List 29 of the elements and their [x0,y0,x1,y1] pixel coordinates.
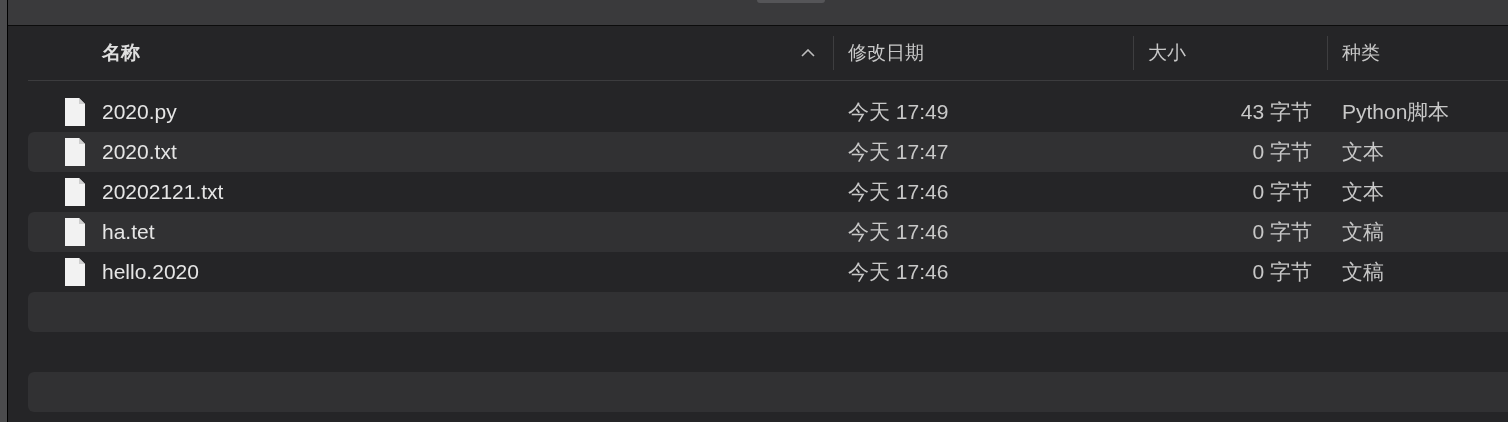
file-size: 0 字节 [1252,219,1312,245]
column-header[interactable]: 名称 [102,40,140,66]
document-icon [64,177,86,207]
file-name: 20202121.txt [102,180,224,204]
column-header[interactable]: 修改日期 [848,40,924,66]
file-kind: Python脚本 [1342,99,1450,125]
file-size: 43 字节 [1240,99,1312,125]
document-icon [64,217,86,247]
file-kind: 文本 [1342,139,1384,165]
document-icon [64,257,86,287]
file-name: 2020.txt [102,140,177,164]
column-header[interactable]: 种类 [1342,40,1380,66]
file-kind: 文稿 [1342,219,1384,245]
file-size: 0 字节 [1252,139,1312,165]
document-icon [64,97,86,127]
file-kind: 文本 [1342,179,1384,205]
column-header[interactable]: 大小 [1148,40,1186,66]
modified-date: 今天 17:49 [848,99,949,125]
modified-date: 今天 17:46 [848,259,949,285]
file-name: hello.2020 [102,260,199,284]
modified-date: 今天 17:46 [848,219,949,245]
document-icon [64,137,86,167]
modified-date: 今天 17:46 [848,179,949,205]
file-size: 0 字节 [1252,179,1312,205]
modified-date: 今天 17:47 [848,139,949,165]
file-kind: 文稿 [1342,259,1384,285]
file-name: ha.tet [102,220,155,244]
file-size: 0 字节 [1252,259,1312,285]
file-name: 2020.py [102,100,177,124]
